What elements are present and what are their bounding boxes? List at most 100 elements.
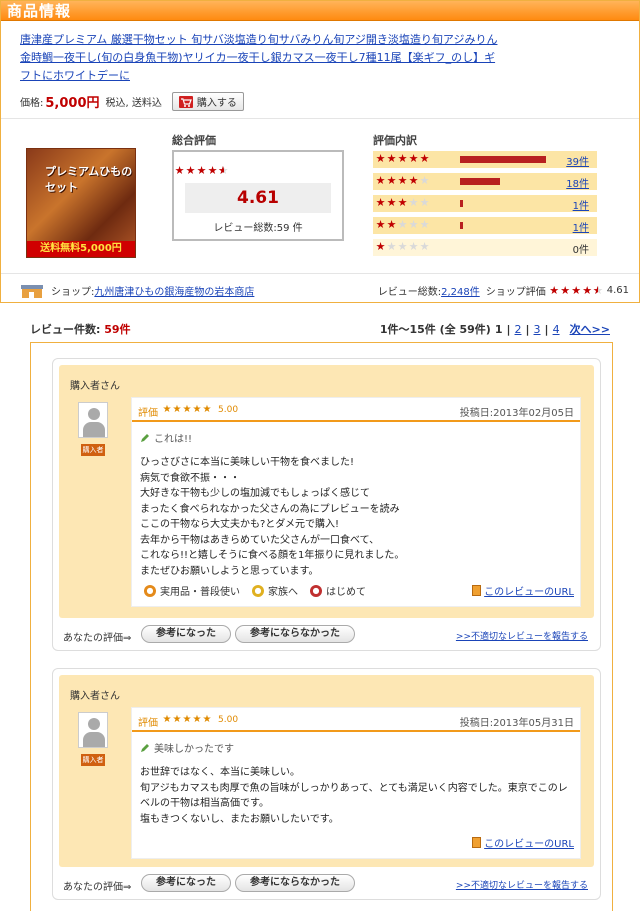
report-link[interactable]: >>不適切なレビューを報告する — [456, 878, 588, 891]
avatar — [78, 712, 108, 748]
your-eval-label: あなたの評価⇒ — [63, 633, 132, 644]
review-card: 購入者さん 購入者 評価 ★ ★ ★ ★ ★ 5.00 投稿日:2013年05月31日 … — [52, 668, 601, 900]
star-icon: ★ — [172, 404, 182, 415]
star-icon: ★ — [196, 164, 207, 177]
star-icon: ★ — [419, 218, 430, 231]
breakdown-count-link[interactable]: 1件 — [573, 219, 589, 234]
overall-rating-title: 総合評価 — [172, 134, 216, 147]
rating-value: 5.00 — [218, 715, 239, 725]
breakdown-bar — [460, 156, 546, 163]
buy-label: 購入する — [196, 98, 237, 109]
shop-stars: ★ ★ ★ ★ ★ — [549, 283, 604, 297]
breakdown-title: 評価内訳 — [373, 134, 417, 147]
page-link-2[interactable]: 2 — [515, 323, 522, 336]
star-icon: ★ — [408, 196, 419, 209]
tag-recipient: ● 家族へ — [252, 583, 298, 598]
star-icon: ★ — [397, 174, 408, 187]
review-stars: ★ ★ ★ ★ ★ — [162, 404, 212, 416]
shop-icon — [21, 284, 43, 298]
first-time-icon: ● — [310, 584, 322, 597]
star-icon: ★ — [162, 714, 172, 725]
cart-icon — [178, 95, 193, 108]
gift-icon: ● — [144, 584, 156, 597]
star-icon: ★ — [185, 164, 196, 177]
star-icon: ★ — [560, 283, 571, 297]
buy-button[interactable]: 購入する — [171, 92, 244, 111]
star-icon: ★ — [397, 196, 408, 209]
shop-summary: レビュー総数: 2,248件 ショップ評価 ★★★★★ 4.61 — [378, 283, 629, 298]
next-page-link[interactable]: 次へ>> — [570, 321, 610, 337]
review-stars: ★ ★ ★ ★ ★ — [162, 714, 212, 726]
breakdown-count-link[interactable]: 18件 — [566, 175, 589, 190]
star-icon: ★ — [549, 283, 560, 297]
breakdown-bar — [460, 222, 463, 229]
review-url-link[interactable]: このレビューのURL — [484, 835, 574, 850]
star-icon: ★ — [419, 196, 430, 209]
shop-total-label: レビュー総数: — [377, 287, 442, 298]
avatar — [78, 402, 108, 438]
post-date: 投稿日:2013年05月31日 — [459, 718, 574, 729]
shop-eval-label: ショップ評価 — [485, 287, 546, 298]
helpful-button[interactable]: 参考になった — [141, 874, 231, 892]
review-count: レビュー件数: 59件 — [30, 323, 131, 336]
review-meta: 評価 ★ ★ ★ ★ ★ 5.00 投稿日:2013年05月31日 — [132, 708, 580, 732]
breakdown-row-1: ★ ★ ★ ★ ★ 0件 — [373, 239, 597, 256]
breakdown-row-2: ★ ★ ★ ★ ★ 1件 — [373, 217, 597, 234]
star-icon: ★ — [419, 240, 430, 253]
review-card: 購入者さん 購入者 評価 ★ ★ ★ ★ ★ 5.00 投稿日:2013年02月05日 … — [52, 358, 601, 651]
vote-row: あなたの評価⇒ 参考になった 参考にならなかった >>不適切なレビューを報告する — [59, 872, 594, 896]
half-star-icon: ★ — [218, 165, 229, 178]
breakdown-count: 0件 — [572, 245, 589, 256]
not-helpful-button[interactable]: 参考にならなかった — [235, 625, 355, 643]
rating-label: 評価 — [138, 718, 158, 729]
product-name-link[interactable]: 唐津産プレミアム 厳選干物セット 旬サバ淡塩造り旬サバみりん旬アジ開き淡塩造り旬… — [20, 33, 497, 82]
reviewer-name: 購入者さん — [70, 381, 120, 392]
star-icon: ★ — [386, 196, 397, 209]
star-icon: ★ — [582, 283, 593, 297]
rating-label: 評価 — [138, 408, 158, 419]
breakdown-count-link[interactable]: 1件 — [573, 197, 589, 212]
review-url: このレビューのURL — [472, 583, 574, 598]
helpful-button[interactable]: 参考になった — [141, 625, 231, 643]
section-title: 商品情報 — [7, 2, 72, 20]
shop-label: ショップ: — [51, 287, 95, 298]
shop-total-link[interactable]: 2,248件 — [441, 283, 480, 298]
image-banner: 送料無料5,000円 — [27, 241, 135, 257]
review-inner: 購入者さん 購入者 評価 ★ ★ ★ ★ ★ 5.00 投稿日:2013年02月05日 … — [59, 365, 594, 618]
pencil-icon — [141, 433, 149, 442]
divider — [1, 118, 639, 119]
tax-label: 税込, 送料込 — [105, 98, 162, 109]
review-url-link[interactable]: このレビューのURL — [484, 583, 574, 598]
breakdown-row-4: ★ ★ ★ ★ ★ 18件 — [373, 173, 597, 190]
overall-score: 4.61 — [237, 188, 279, 208]
review-url: このレビューのURL — [472, 835, 574, 850]
product-image[interactable]: プレミアムひもの セット 送料無料5,000円 — [26, 148, 136, 258]
star-icon: ★ — [397, 218, 408, 231]
breakdown-count-link[interactable]: 39件 — [566, 153, 589, 168]
section-header: 商品情報 — [1, 1, 639, 21]
page-link-4[interactable]: 4 — [553, 323, 560, 336]
report-link[interactable]: >>不適切なレビューを報告する — [456, 629, 588, 642]
star-icon: ★ — [408, 218, 419, 231]
not-helpful-button[interactable]: 参考にならなかった — [235, 874, 355, 892]
review-list-header: レビュー件数: 59件 1件〜15件 (全 59件) 1 | 2 | 3 | 4 次へ… — [30, 321, 610, 337]
review-body: 評価 ★ ★ ★ ★ ★ 5.00 投稿日:2013年05月31日 美味しかったです お… — [131, 707, 581, 859]
shop-eval-score: 4.61 — [606, 285, 629, 296]
family-icon: ● — [252, 584, 264, 597]
star-icon: ★ — [408, 240, 419, 253]
product-info-box: 商品情報 唐津産プレミアム 厳選干物セット 旬サバ淡塩造り旬サバみりん旬アジ開き… — [0, 0, 640, 303]
tag-usage: ● 実用品・普段使い — [144, 583, 240, 598]
star-icon: ★ — [375, 196, 386, 209]
price-row: 価格: 5,000円 税込, 送料込 購入する — [20, 92, 244, 111]
star-icon: ★ — [375, 174, 386, 187]
shop-name-link[interactable]: 九州唐津ひもの銀海産物の岩本商店 — [94, 283, 254, 298]
page-link-3[interactable]: 3 — [534, 323, 541, 336]
document-icon — [472, 585, 482, 596]
review-body: 評価 ★ ★ ★ ★ ★ 5.00 投稿日:2013年02月05日 これは!! ひっさび… — [131, 397, 581, 607]
overall-rating-box: ★★★★★ 4.61 レビュー総数:59 件 — [172, 150, 344, 241]
breakdown-bar — [460, 178, 500, 185]
post-date: 投稿日:2013年02月05日 — [459, 408, 574, 419]
review-meta: 評価 ★ ★ ★ ★ ★ 5.00 投稿日:2013年02月05日 — [132, 398, 580, 422]
document-icon — [472, 837, 482, 848]
star-icon: ★ — [192, 404, 202, 415]
